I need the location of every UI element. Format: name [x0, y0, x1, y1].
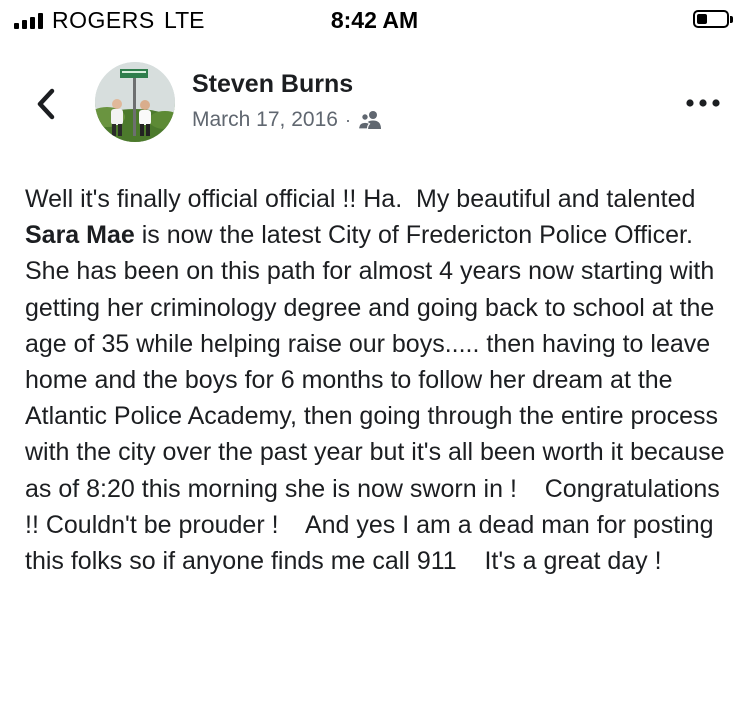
post-screen: ROGERS LTE 8:42 AM Steven Burns March 17… [0, 0, 749, 705]
post-text-part: is now the latest City of Fredericton Po… [25, 221, 732, 576]
status-time: 8:42 AM [330, 7, 419, 33]
more-horizontal-icon [686, 99, 720, 107]
mention-link[interactable]: Sara Mae [25, 221, 135, 249]
status-bar: ROGERS LTE 8:42 AM [0, 0, 749, 40]
back-button[interactable] [30, 86, 64, 122]
battery-fill [697, 14, 707, 24]
avatar[interactable] [95, 62, 175, 142]
battery-icon [693, 10, 733, 28]
author-name[interactable]: Steven Burns [192, 70, 353, 99]
chevron-left-icon [37, 88, 55, 120]
more-options-button[interactable] [685, 96, 721, 110]
post-date[interactable]: March 17, 2016 [192, 108, 338, 132]
meta-separator: · [344, 109, 351, 130]
friends-icon [357, 111, 381, 130]
post-text-part: Well it's finally official official !! H… [25, 185, 703, 213]
profile-photo [95, 62, 175, 142]
post-meta: March 17, 2016 · [192, 108, 382, 132]
post-text: Well it's finally official official !! H… [25, 181, 725, 579]
